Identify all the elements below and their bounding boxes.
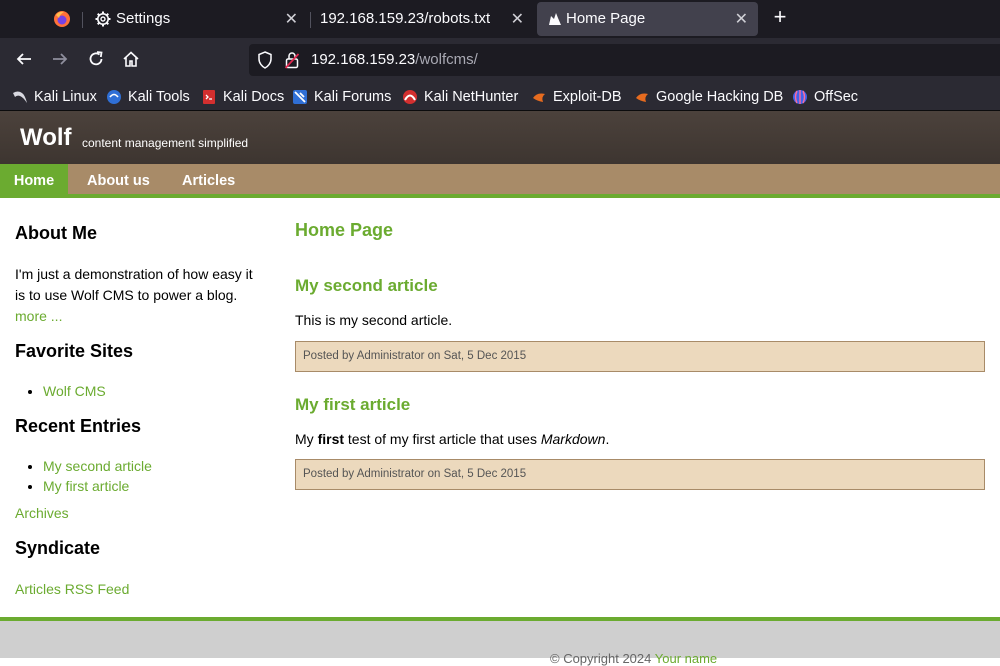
about-me-heading: About Me: [15, 223, 97, 243]
list-item: Wolf CMS: [43, 381, 106, 401]
bookmark-kali-forums[interactable]: Kali Forums: [292, 87, 391, 107]
archives-link[interactable]: Archives: [15, 505, 69, 521]
bookmark-google-hacking-db[interactable]: Google Hacking DB: [634, 87, 783, 107]
tab-robots[interactable]: 192.168.159.23/robots.txt ✕: [312, 2, 534, 36]
url-host: 192.168.159.23: [311, 51, 416, 68]
exploit-db-icon: [531, 89, 547, 105]
insecure-lock-icon[interactable]: [284, 51, 300, 74]
body-italic-text: Markdown: [540, 431, 606, 447]
tab-separator: [310, 12, 311, 28]
article-title-link[interactable]: My first article: [295, 395, 410, 415]
list-item: My second article: [43, 456, 152, 476]
wolf-icon: [548, 12, 562, 30]
copyright-text: © Copyright 2024: [550, 651, 655, 666]
kali-forums-icon: [292, 89, 308, 105]
nav-home-link[interactable]: Home: [0, 164, 68, 198]
site-slogan: content management simplified: [82, 136, 249, 150]
close-icon[interactable]: ✕: [511, 9, 524, 29]
bookmark-label: Kali Forums: [314, 89, 392, 105]
recent-entry-link[interactable]: My second article: [43, 458, 152, 474]
favorite-sites-list: Wolf CMS: [15, 381, 106, 401]
syndicate-heading: Syndicate: [15, 538, 101, 558]
bookmark-kali-nethunter[interactable]: Kali NetHunter: [402, 87, 518, 107]
bookmark-exploit-db[interactable]: Exploit-DB: [531, 87, 622, 107]
nav-about-us-link[interactable]: About us: [87, 164, 150, 198]
recent-entry-link[interactable]: My first article: [43, 478, 129, 494]
tab-separator: [82, 12, 83, 28]
article-meta: Posted by Administrator on Sat, 5 Dec 20…: [295, 459, 985, 490]
bookmark-label: Google Hacking DB: [656, 89, 784, 105]
forward-arrow-icon[interactable]: [49, 48, 71, 70]
close-icon[interactable]: ✕: [285, 9, 298, 29]
footer-name-link[interactable]: Your name: [655, 651, 717, 666]
rss-feed-link[interactable]: Articles RSS Feed: [15, 581, 129, 597]
offsec-icon: [792, 89, 808, 105]
address-bar[interactable]: 192.168.159.23/wolfcms/: [249, 44, 1000, 76]
more-link[interactable]: more ...: [15, 308, 62, 324]
bookmark-kali-docs[interactable]: Kali Docs: [201, 87, 284, 107]
kali-tools-icon: [106, 89, 122, 105]
tab-label: 192.168.159.23/robots.txt: [320, 10, 491, 27]
body-text: .: [605, 431, 610, 447]
bookmark-label: Exploit-DB: [553, 89, 622, 105]
list-item: My first article: [43, 476, 152, 496]
bookmark-label: Kali Linux: [34, 89, 97, 105]
back-arrow-icon[interactable]: [13, 48, 35, 70]
about-me-line: is to use Wolf CMS to power a blog.: [15, 287, 238, 303]
browser-toolbar: 192.168.159.23/wolfcms/: [0, 38, 1000, 82]
article-title-link[interactable]: My second article: [295, 276, 438, 296]
article-body: This is my second article.: [295, 312, 453, 328]
bookmark-kali-linux[interactable]: Kali Linux: [12, 87, 97, 107]
kali-dragon-icon: [12, 89, 28, 105]
bookmark-label: OffSec: [814, 89, 859, 105]
shield-icon[interactable]: [257, 51, 273, 74]
body-text: test of my first article that uses: [344, 431, 541, 447]
bookmark-label: Kali Docs: [223, 89, 285, 105]
bookmark-offsec[interactable]: OffSec: [792, 87, 858, 107]
bookmark-label: Kali NetHunter: [424, 89, 519, 105]
body-text: My: [295, 431, 318, 447]
site-footer: © Copyright 2024 Your name: [0, 617, 1000, 666]
tab-label: Settings: [116, 10, 171, 27]
recent-entries-heading: Recent Entries: [15, 416, 142, 436]
tab-settings[interactable]: Settings ✕: [86, 2, 308, 36]
url-text[interactable]: 192.168.159.23/wolfcms/: [311, 51, 478, 68]
browser-tab-bar: Settings ✕ 192.168.159.23/robots.txt ✕ H…: [0, 0, 1000, 38]
body-bold-text: first: [317, 431, 345, 447]
url-path: /wolfcms/: [415, 51, 478, 68]
tab-label: Home Page: [566, 10, 646, 27]
web-page: Wolf content management simplified Home …: [0, 111, 1000, 666]
ghdb-icon: [634, 89, 650, 105]
wolf-cms-link[interactable]: Wolf CMS: [43, 383, 106, 399]
article-meta: Posted by Administrator on Sat, 5 Dec 20…: [295, 341, 985, 372]
nav-articles-link[interactable]: Articles: [182, 164, 235, 198]
reload-icon[interactable]: [85, 48, 107, 70]
home-icon[interactable]: [120, 48, 142, 70]
new-tab-button[interactable]: +: [769, 6, 791, 30]
bookmark-label: Kali Tools: [128, 89, 190, 105]
site-title[interactable]: Wolf: [20, 124, 72, 152]
firefox-icon[interactable]: [44, 4, 80, 34]
favorite-sites-heading: Favorite Sites: [15, 341, 134, 361]
site-navigation: Home About us Articles: [0, 164, 1000, 198]
gear-icon: [95, 11, 111, 31]
site-header: Wolf content management simplified: [0, 111, 1000, 164]
kali-docs-icon: [201, 89, 217, 105]
about-me-line: I'm just a demonstration of how easy it: [15, 266, 253, 282]
article-body: My first test of my first article that u…: [295, 431, 609, 447]
recent-entries-list: My second article My first article: [15, 456, 152, 496]
page-title: Home Page: [295, 220, 394, 240]
nethunter-icon: [402, 89, 418, 105]
footer-copyright: © Copyright 2024 Your name: [550, 651, 717, 666]
tab-home-page[interactable]: Home Page ✕: [537, 2, 758, 36]
bookmarks-toolbar: Kali Linux Kali Tools Kali Docs Kali For…: [0, 82, 1000, 111]
close-icon[interactable]: ✕: [735, 9, 748, 29]
bookmark-kali-tools[interactable]: Kali Tools: [106, 87, 190, 107]
